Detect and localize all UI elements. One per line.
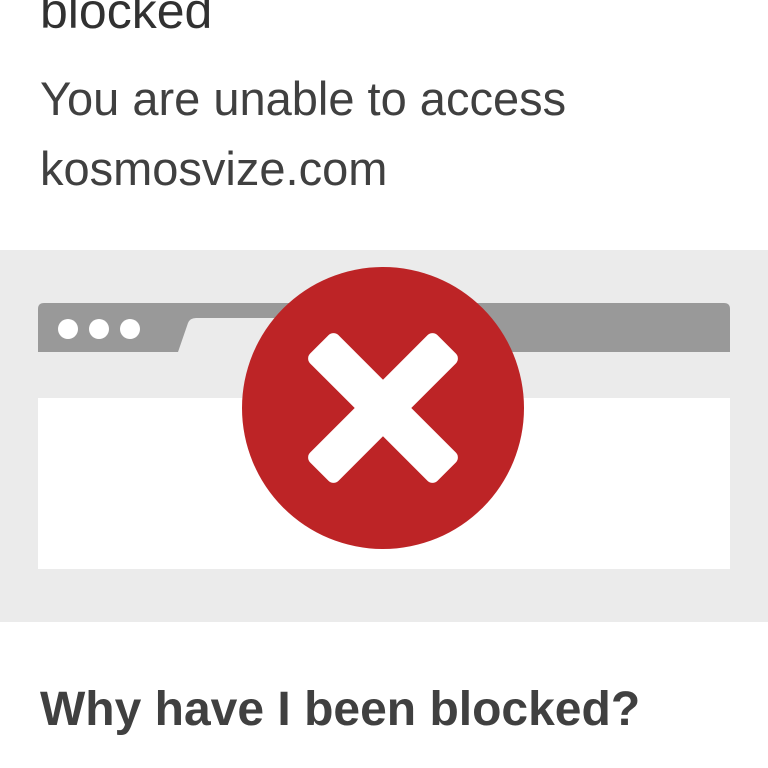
window-controls-icon — [58, 319, 140, 339]
blocked-browser-illustration — [38, 267, 730, 569]
blocked-page: blocked You are unable to access kosmosv… — [0, 0, 768, 768]
block-message-line-1: You are unable to access — [40, 72, 567, 125]
blocked-x-icon — [242, 267, 524, 549]
block-message: You are unable to access kosmosvize.com — [40, 64, 566, 204]
page-title: blocked — [40, 0, 213, 39]
blocked-domain: kosmosvize.com — [40, 142, 388, 195]
why-blocked-heading: Why have I been blocked? — [40, 683, 641, 736]
illustration-band — [0, 250, 768, 622]
